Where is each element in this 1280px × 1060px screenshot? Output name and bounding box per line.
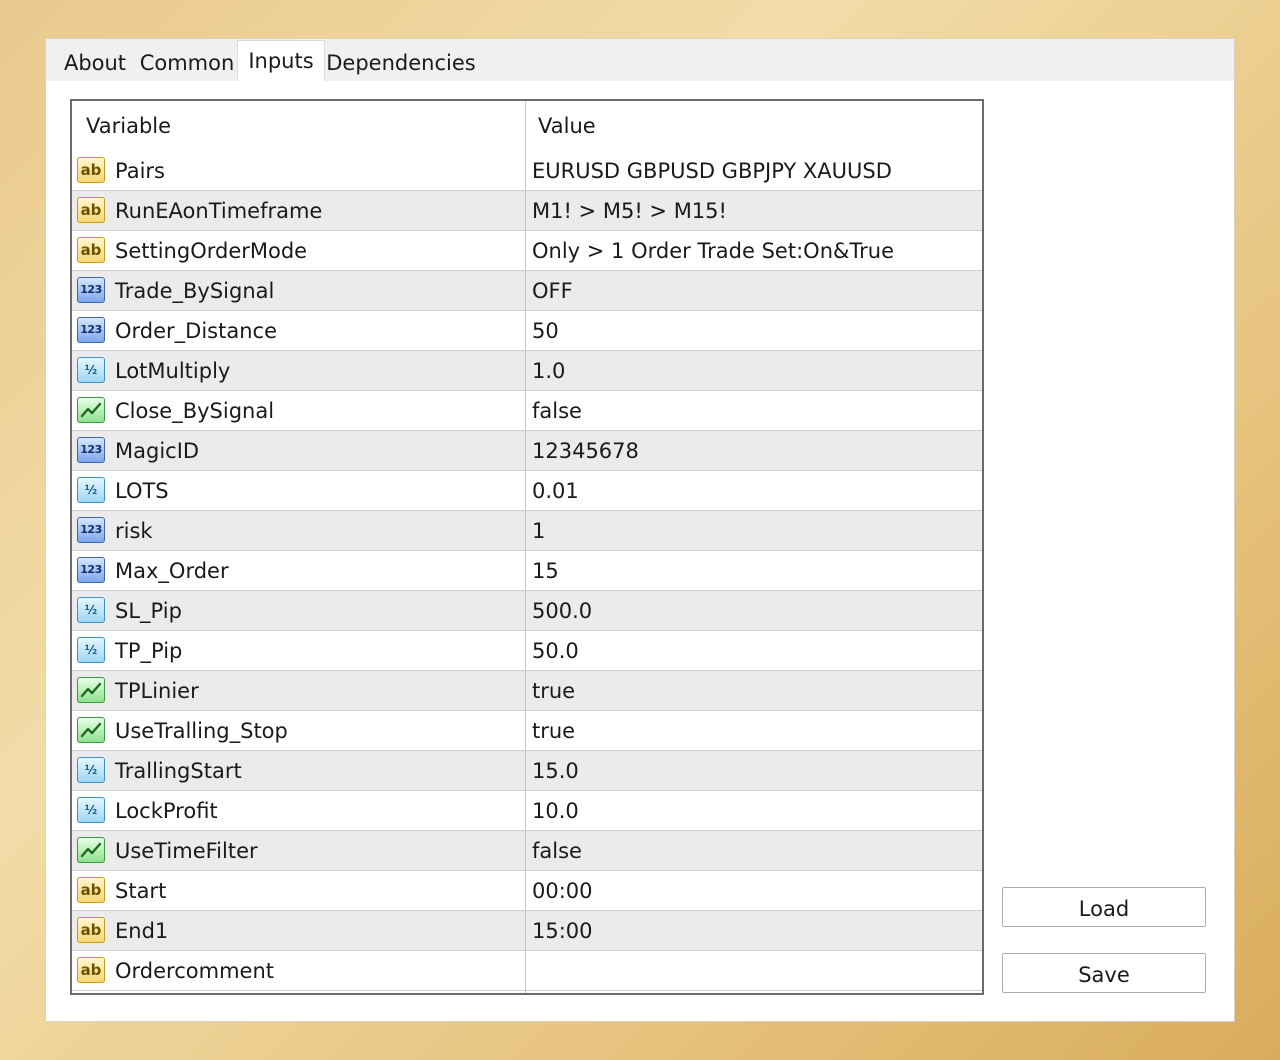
variable-value[interactable]: 0.01: [532, 471, 579, 511]
bool-type-icon: [77, 397, 105, 423]
variable-name: Ordercomment: [115, 959, 274, 983]
inputs-grid: Variable Value ab Pairs EURUSD GBPUSD GBPJ…: [70, 99, 984, 995]
integer-type-icon: 123: [77, 517, 105, 543]
integer-type-icon: 123: [77, 277, 105, 303]
table-row[interactable]: ab Pairs EURUSD GBPUSD GBPJPY XAUUSD: [72, 151, 982, 191]
variable-name: End1: [115, 919, 169, 943]
double-type-icon: ½: [77, 757, 105, 783]
table-row[interactable]: TPLinier true: [72, 671, 982, 711]
double-type-icon: ½: [77, 477, 105, 503]
variable-value[interactable]: 15: [532, 551, 559, 591]
table-row[interactable]: ½ SL_Pip 500.0: [72, 591, 982, 631]
table-row[interactable]: 123 Order_Distance 50: [72, 311, 982, 351]
table-row[interactable]: ½ TP_Pip 50.0: [72, 631, 982, 671]
tab-inputs[interactable]: Inputs: [237, 40, 325, 83]
column-header-variable[interactable]: Variable: [86, 101, 171, 149]
integer-type-icon: 123: [77, 557, 105, 583]
variable-value[interactable]: Only > 1 Order Trade Set:On&True: [532, 231, 894, 271]
column-divider[interactable]: [525, 101, 526, 993]
table-row[interactable]: ab RunEAonTimeframe M1! > M5! > M15!: [72, 191, 982, 231]
inputs-tab-page: Variable Value ab Pairs EURUSD GBPUSD GBPJ…: [46, 81, 1234, 1021]
variable-value[interactable]: 10.0: [532, 791, 579, 831]
variable-name: Trade_BySignal: [115, 279, 275, 303]
variable-name: risk: [115, 519, 153, 543]
double-type-icon: ½: [77, 637, 105, 663]
table-row[interactable]: UseTralling_Stop true: [72, 711, 982, 751]
variable-value[interactable]: false: [532, 391, 582, 431]
double-type-icon: ½: [77, 597, 105, 623]
string-type-icon: ab: [77, 877, 105, 903]
variable-name: TrallingStart: [115, 759, 242, 783]
variable-value[interactable]: M1! > M5! > M15!: [532, 191, 727, 231]
grid-header: Variable Value: [72, 101, 982, 149]
string-type-icon: ab: [77, 157, 105, 183]
variable-value[interactable]: 1: [532, 511, 545, 551]
variable-name: UseTimeFilter: [115, 839, 258, 863]
table-row[interactable]: Close_BySignal false: [72, 391, 982, 431]
table-row[interactable]: ½ LOTS 0.01: [72, 471, 982, 511]
string-type-icon: ab: [77, 917, 105, 943]
tab-dependencies[interactable]: Dependencies: [326, 45, 476, 81]
variable-value[interactable]: 500.0: [532, 591, 592, 631]
variable-name: LOTS: [115, 479, 169, 503]
table-row[interactable]: 123 Max_Order 15: [72, 551, 982, 591]
bool-type-icon: [77, 677, 105, 703]
table-row[interactable]: ab End1 15:00: [72, 911, 982, 951]
load-button[interactable]: Load: [1002, 887, 1206, 927]
integer-type-icon: 123: [77, 317, 105, 343]
table-row[interactable]: ab SettingOrderMode Only > 1 Order Trade S…: [72, 231, 982, 271]
variable-name: SL_Pip: [115, 599, 182, 623]
tab-about[interactable]: About: [52, 45, 138, 81]
variable-value[interactable]: 50.0: [532, 631, 579, 671]
save-button[interactable]: Save: [1002, 953, 1206, 993]
variable-name: Order_Distance: [115, 319, 278, 343]
table-row[interactable]: UseTimeFilter false: [72, 831, 982, 871]
string-type-icon: ab: [77, 197, 105, 223]
variable-value[interactable]: true: [532, 711, 575, 751]
bool-type-icon: [77, 717, 105, 743]
variable-name: Start: [115, 879, 167, 903]
variable-name: LockProfit: [115, 799, 218, 823]
table-row[interactable]: ½ LockProfit 10.0: [72, 791, 982, 831]
double-type-icon: ½: [77, 797, 105, 823]
table-row[interactable]: ½ LotMultiply 1.0: [72, 351, 982, 391]
variable-name: Close_BySignal: [115, 399, 275, 423]
double-type-icon: ½: [77, 357, 105, 383]
bool-type-icon: [77, 837, 105, 863]
string-type-icon: ab: [77, 957, 105, 983]
table-row[interactable]: 123 risk 1: [72, 511, 982, 551]
variable-value[interactable]: 50: [532, 311, 559, 351]
variable-name: RunEAonTimeframe: [115, 199, 323, 223]
variable-name: UseTralling_Stop: [115, 719, 288, 743]
variable-value[interactable]: 12345678: [532, 431, 639, 471]
variable-name: TP_Pip: [115, 639, 183, 663]
table-row[interactable]: ½ TrallingStart 15.0: [72, 751, 982, 791]
variable-name: Pairs: [115, 159, 165, 183]
table-row[interactable]: 123 MagicID 12345678: [72, 431, 982, 471]
variable-value[interactable]: true: [532, 671, 575, 711]
variable-name: LotMultiply: [115, 359, 231, 383]
grid-rows: ab Pairs EURUSD GBPUSD GBPJPY XAUUSD ab RunE…: [72, 151, 982, 991]
variable-value[interactable]: false: [532, 831, 582, 871]
variable-name: MagicID: [115, 439, 200, 463]
integer-type-icon: 123: [77, 437, 105, 463]
table-row[interactable]: ab Start 00:00: [72, 871, 982, 911]
variable-value[interactable]: 00:00: [532, 871, 593, 911]
variable-value[interactable]: EURUSD GBPUSD GBPJPY XAUUSD: [532, 151, 892, 191]
variable-value[interactable]: 15:00: [532, 911, 593, 951]
variable-name: TPLinier: [115, 679, 199, 703]
variable-name: SettingOrderMode: [115, 239, 308, 263]
variable-value[interactable]: 1.0: [532, 351, 565, 391]
tab-strip: About Common Inputs Dependencies: [46, 39, 1234, 83]
table-row[interactable]: ab Ordercomment: [72, 951, 982, 991]
variable-value[interactable]: OFF: [532, 271, 573, 311]
variable-value[interactable]: 15.0: [532, 751, 579, 791]
inputs-dialog: About Common Inputs Dependencies Variabl…: [46, 39, 1234, 1021]
table-row[interactable]: 123 Trade_BySignal OFF: [72, 271, 982, 311]
tab-common[interactable]: Common: [138, 45, 236, 81]
string-type-icon: ab: [77, 237, 105, 263]
column-header-value[interactable]: Value: [538, 101, 596, 149]
variable-name: Max_Order: [115, 559, 229, 583]
